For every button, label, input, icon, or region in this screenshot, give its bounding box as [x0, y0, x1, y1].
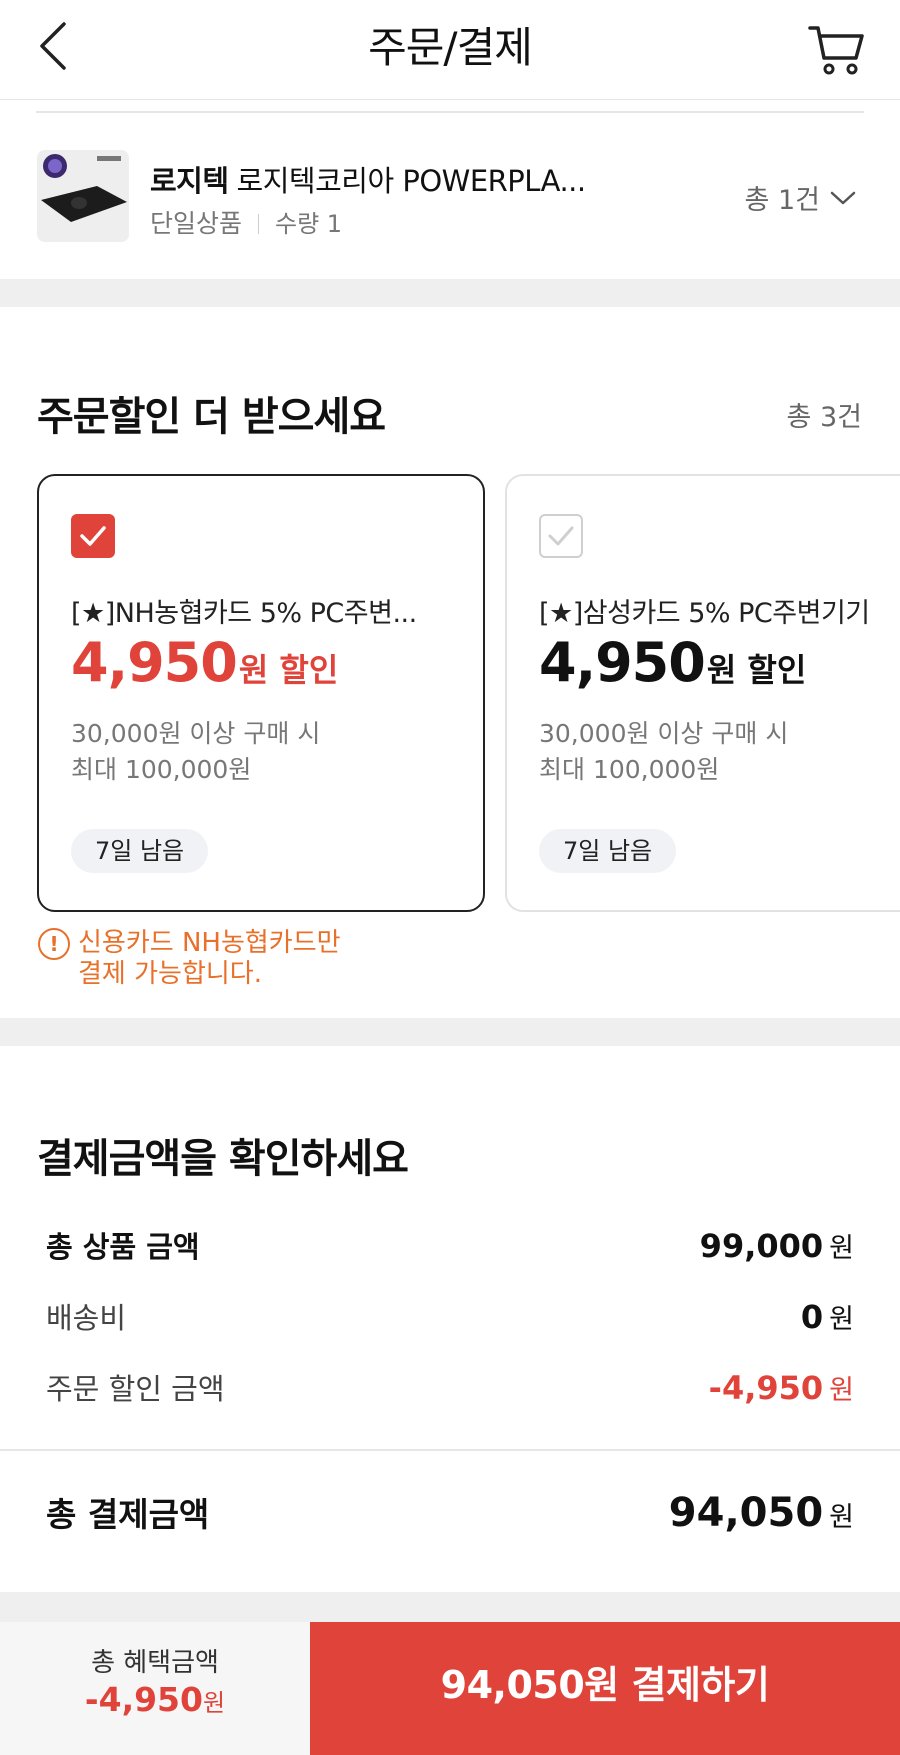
section-divider [0, 1018, 900, 1046]
card-notice: ! 신용카드 NH농협카드만 결제 가능합니다. [38, 928, 341, 990]
checkmark-icon [548, 526, 574, 546]
discount-amount: 4,950원 할인 [539, 631, 807, 694]
divider [0, 1449, 900, 1451]
discount-checkbox[interactable] [539, 514, 583, 558]
page-title: 주문/결제 [368, 23, 533, 72]
grand-total-row: 총 결제금액 94,050 원 [46, 1490, 854, 1536]
product-quantity: 수량 1 [275, 210, 343, 238]
discount-card[interactable]: [★]삼성카드 5% PC주변기기 4,950원 할인 30,000원 이상 구… [505, 474, 900, 912]
product-title: 로지텍코리아 POWERPLA... [236, 164, 587, 198]
cart-icon[interactable] [808, 24, 866, 76]
discount-count: 총 3건 [786, 402, 862, 433]
discount-name: [★]삼성카드 5% PC주변기기 [539, 598, 870, 629]
product-count: 총 1건 [744, 185, 820, 216]
product-total-row: 총 상품 금액 99,000 원 [46, 1227, 854, 1265]
remaining-days-badge: 7일 남음 [539, 829, 677, 873]
checkmark-icon [80, 526, 106, 546]
discount-name: [★]NH농협카드 5% PC주변... [71, 598, 417, 629]
discount-condition: 30,000원 이상 구매 시 최대 100,000원 [539, 719, 789, 784]
benefit-amount: -4,950원 [84, 1680, 226, 1719]
payment-section-title: 결제금액을 확인하세요 [37, 1136, 409, 1182]
discount-card[interactable]: [★]NH농협카드 5% PC주변... 4,950원 할인 30,000원 이… [37, 474, 485, 912]
product-meta: 단일상품 수량 1 [150, 204, 342, 240]
chevron-down-icon [830, 191, 856, 204]
bottom-bar: 총 혜택금액 -4,950원 94,050원 결제하기 [0, 1622, 900, 1755]
divider [36, 111, 864, 113]
section-divider [0, 1592, 900, 1622]
product-name: 로지텍 로지텍코리아 POWERPLA... [150, 158, 586, 200]
benefit-summary: 총 혜택금액 -4,950원 [0, 1622, 310, 1755]
product-count-toggle[interactable]: 총 1건 [745, 178, 856, 217]
pay-button[interactable]: 94,050원 결제하기 [310, 1622, 900, 1755]
benefit-label: 총 혜택금액 [91, 1648, 219, 1678]
product-brand: 로지텍 [150, 164, 229, 198]
app-header: 주문/결제 [0, 0, 900, 100]
shipping-row: 배송비 0원 [46, 1298, 854, 1336]
discount-checkbox[interactable] [71, 514, 115, 558]
remaining-days-badge: 7일 남음 [71, 829, 209, 873]
product-option: 단일상품 [150, 209, 243, 238]
order-product-row[interactable]: 로지텍 로지텍코리아 POWERPLA... 단일상품 수량 1 총 1건 [0, 140, 900, 270]
product-thumbnail [37, 150, 129, 242]
discount-condition: 30,000원 이상 구매 시 최대 100,000원 [71, 719, 321, 784]
exclamation-icon: ! [38, 928, 70, 960]
discount-total-row: 주문 할인 금액 -4,950 원 [46, 1369, 854, 1407]
section-divider [0, 279, 900, 307]
discount-amount: 4,950원 할인 [71, 631, 339, 694]
discount-section-title: 주문할인 더 받으세요 [37, 394, 386, 440]
